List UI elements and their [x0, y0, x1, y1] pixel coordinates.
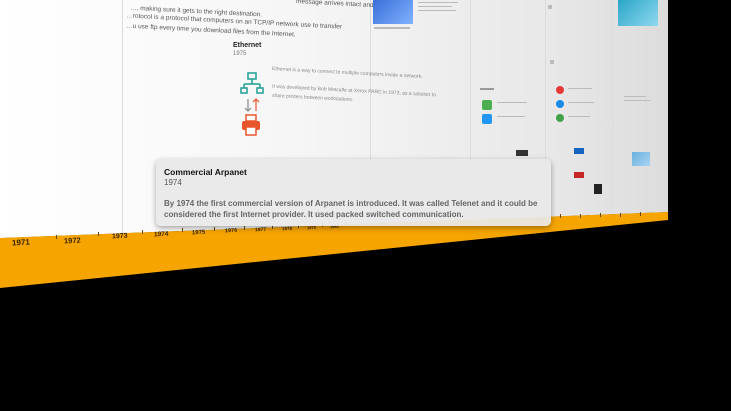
event-tooltip[interactable]: Commercial Arpanet 1974 By 1974 the firs… — [156, 159, 551, 226]
year-label[interactable]: 1973 — [112, 233, 128, 241]
event-thumbnail[interactable] — [618, 0, 658, 26]
year-label[interactable]: 1977 — [255, 227, 266, 234]
text-placeholder — [418, 2, 458, 3]
axis-tick — [620, 213, 621, 217]
tooltip-year: 1974 — [164, 178, 182, 187]
timeline-stage: message arrives intact and …, making sur… — [0, 0, 731, 411]
logo-thumbnail — [574, 172, 584, 178]
tool-icon — [482, 100, 492, 110]
text-placeholder — [568, 102, 594, 103]
text-placeholder — [497, 116, 525, 117]
thumbnail-caption — [374, 27, 410, 29]
logo-thumbnail — [594, 184, 602, 194]
printer-icon — [242, 114, 260, 136]
logo-icon — [556, 114, 564, 122]
axis-tick — [580, 214, 581, 218]
network-icon — [240, 72, 264, 94]
axis-tick — [640, 212, 641, 216]
axis-tick — [182, 228, 183, 232]
text-placeholder — [624, 96, 646, 97]
tooltip-title: Commercial Arpanet — [164, 167, 247, 177]
text-placeholder — [418, 6, 452, 7]
logo-icon — [556, 100, 564, 108]
year-label[interactable]: 1974 — [154, 231, 169, 239]
logo-icon — [556, 86, 564, 94]
axis-tick — [600, 213, 601, 217]
transfer-arrows-icon — [244, 98, 260, 112]
text-placeholder — [624, 100, 650, 101]
ethernet-title[interactable]: Ethernet — [233, 42, 261, 49]
text-placeholder — [568, 116, 590, 117]
bullet — [550, 60, 554, 64]
column-divider — [612, 0, 613, 212]
logo-thumbnail — [516, 150, 528, 156]
year-label[interactable]: 1971 — [12, 238, 30, 248]
axis-tick — [560, 214, 561, 218]
text-placeholder — [497, 102, 527, 103]
text-placeholder — [568, 88, 592, 89]
column-divider — [122, 0, 123, 235]
year-label[interactable]: 1972 — [64, 236, 81, 246]
logo-thumbnail — [574, 148, 584, 154]
axis-tick — [244, 226, 245, 230]
tooltip-body: By 1974 the first commercial version of … — [164, 199, 538, 219]
text-placeholder — [418, 10, 456, 11]
axis-tick — [142, 230, 143, 234]
text-placeholder — [480, 88, 494, 90]
event-thumbnail[interactable] — [632, 152, 650, 166]
tool-icon — [482, 114, 492, 124]
ethernet-year: 1975 — [233, 51, 247, 57]
year-label[interactable]: 1975 — [192, 230, 206, 237]
bullet — [548, 5, 552, 9]
event-thumbnail[interactable] — [373, 0, 413, 24]
axis-tick — [56, 235, 57, 239]
axis-tick — [214, 227, 215, 231]
year-label[interactable]: 1976 — [225, 228, 238, 235]
axis-tick — [98, 232, 99, 236]
year-label[interactable]: 1978 — [282, 226, 292, 232]
